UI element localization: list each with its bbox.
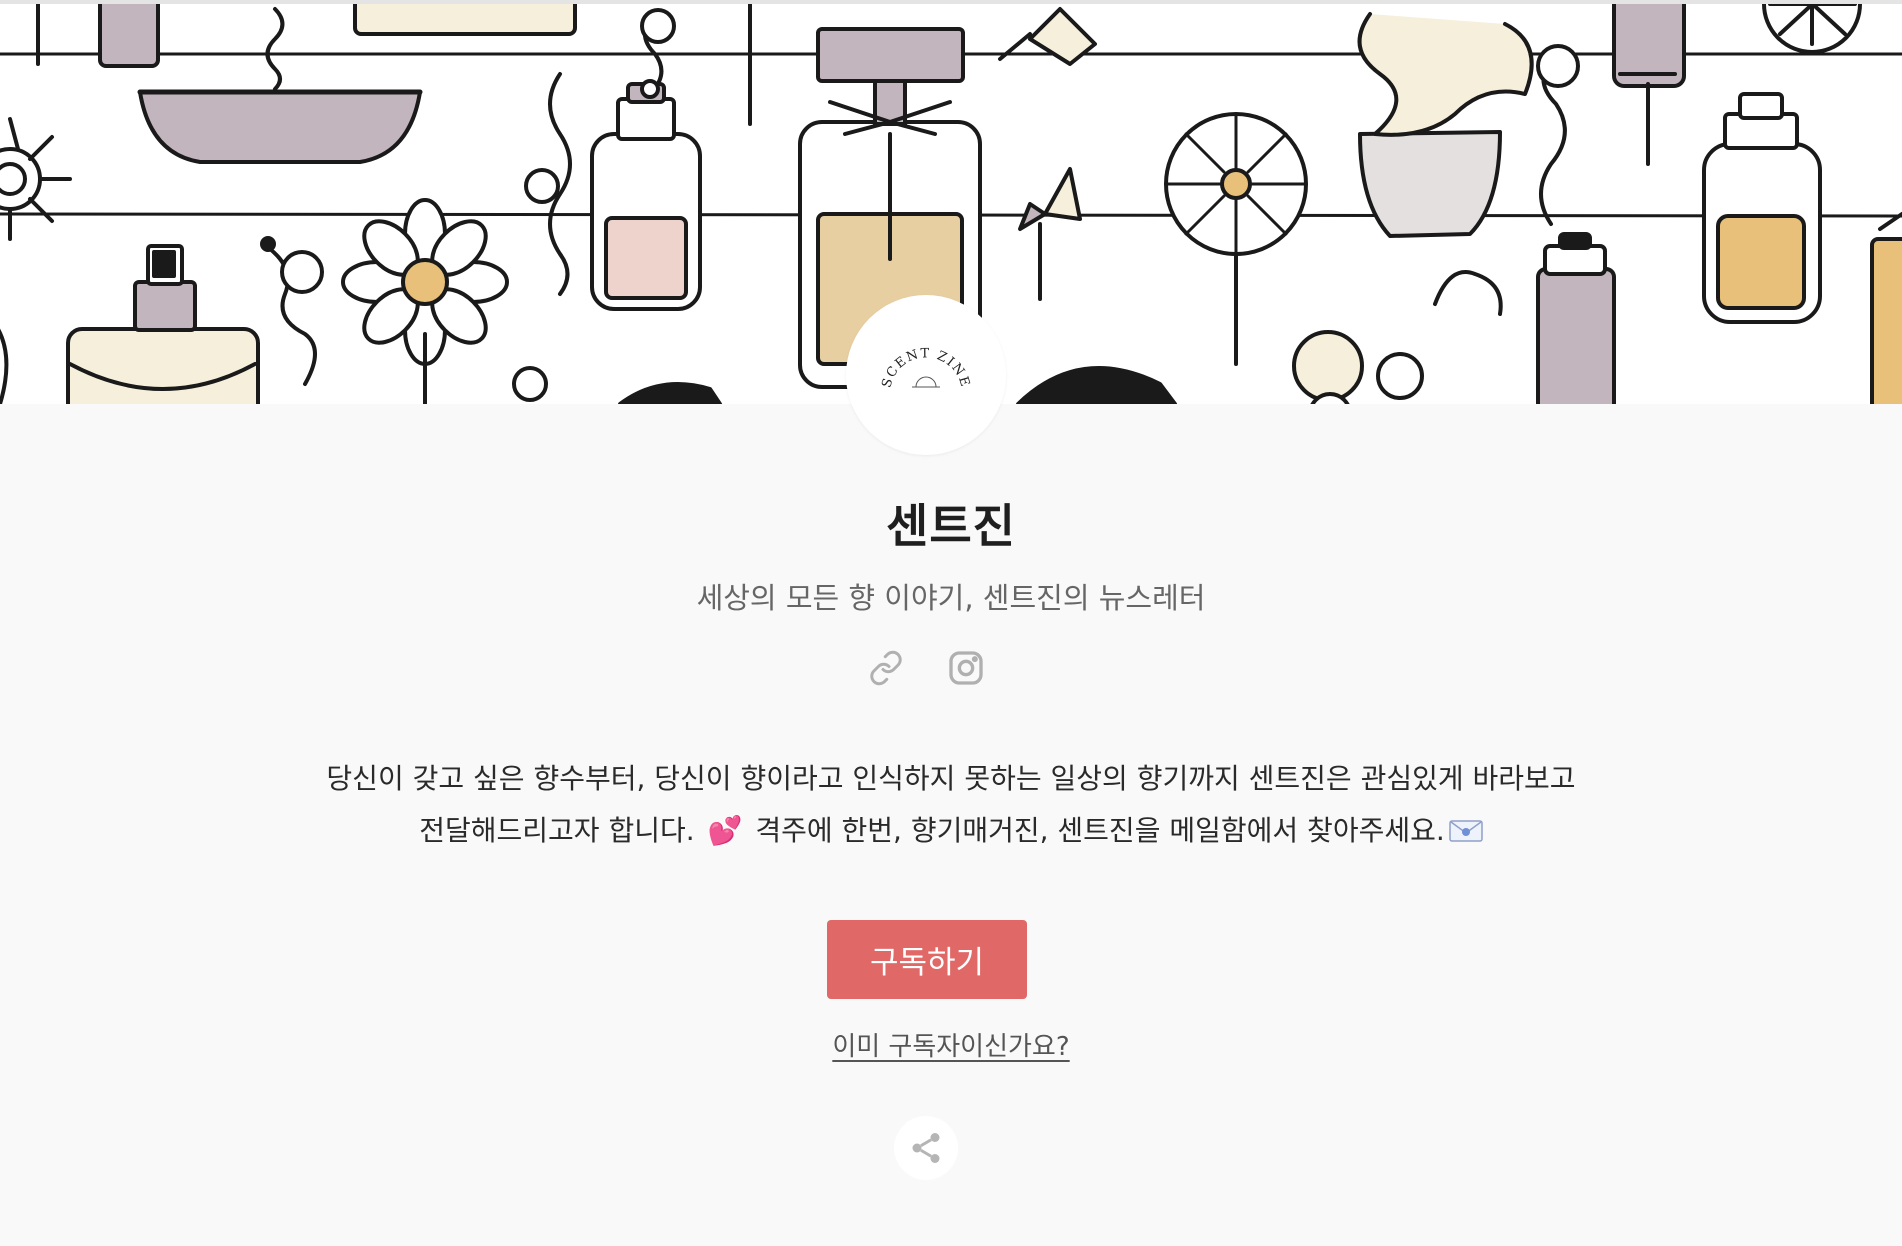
logo-arc-text: SCENT ZINE — [879, 346, 971, 389]
publication-description: 당신이 갖고 싶은 향수부터, 당신이 향이라고 인식하지 못하는 일상의 향기… — [0, 753, 1902, 857]
description-line-2-start: 전달해드리고자 합니다. — [419, 814, 695, 847]
instagram-icon[interactable] — [943, 645, 989, 691]
share-icon — [912, 1133, 940, 1163]
svg-text:SCENT ZINE: SCENT ZINE — [879, 346, 972, 389]
social-links — [863, 645, 1039, 691]
subscribe-button[interactable]: 구독하기 — [827, 920, 1027, 999]
link-icon[interactable] — [863, 645, 909, 691]
publication-title: 센트진 — [886, 499, 1016, 553]
scent-zine-logo: SCENT ZINE — [879, 346, 972, 389]
publication-logo-avatar: SCENT ZINE — [846, 295, 1006, 455]
already-subscriber-link[interactable]: 이미 구독자이신가요? — [832, 1032, 1069, 1062]
publication-tagline: 세상의 모든 향 이야기, 센트진의 뉴스레터 — [696, 581, 1206, 615]
already-subscriber-row: 이미 구독자이신가요? — [0, 1026, 1902, 1063]
description-line-2-end: 격주에 한번, 향기매거진, 센트진을 메일함에서 찾아주세요. — [755, 814, 1445, 847]
two-hearts-emoji: 💕 — [707, 814, 743, 847]
newsletter-landing-page: SCENT ZINE 센트진 세상의 모든 향 이야기, 센트진의 뉴스레터 당… — [0, 0, 1902, 1246]
envelope-heart-icon — [1449, 808, 1483, 842]
share-button[interactable] — [894, 1116, 958, 1180]
description-line-1: 당신이 갖고 싶은 향수부터, 당신이 향이라고 인식하지 못하는 일상의 향기… — [326, 762, 1576, 795]
description-line-2: 전달해드리고자 합니다. 💕 격주에 한번, 향기매거진, 센트진을 메일함에서… — [0, 805, 1902, 857]
